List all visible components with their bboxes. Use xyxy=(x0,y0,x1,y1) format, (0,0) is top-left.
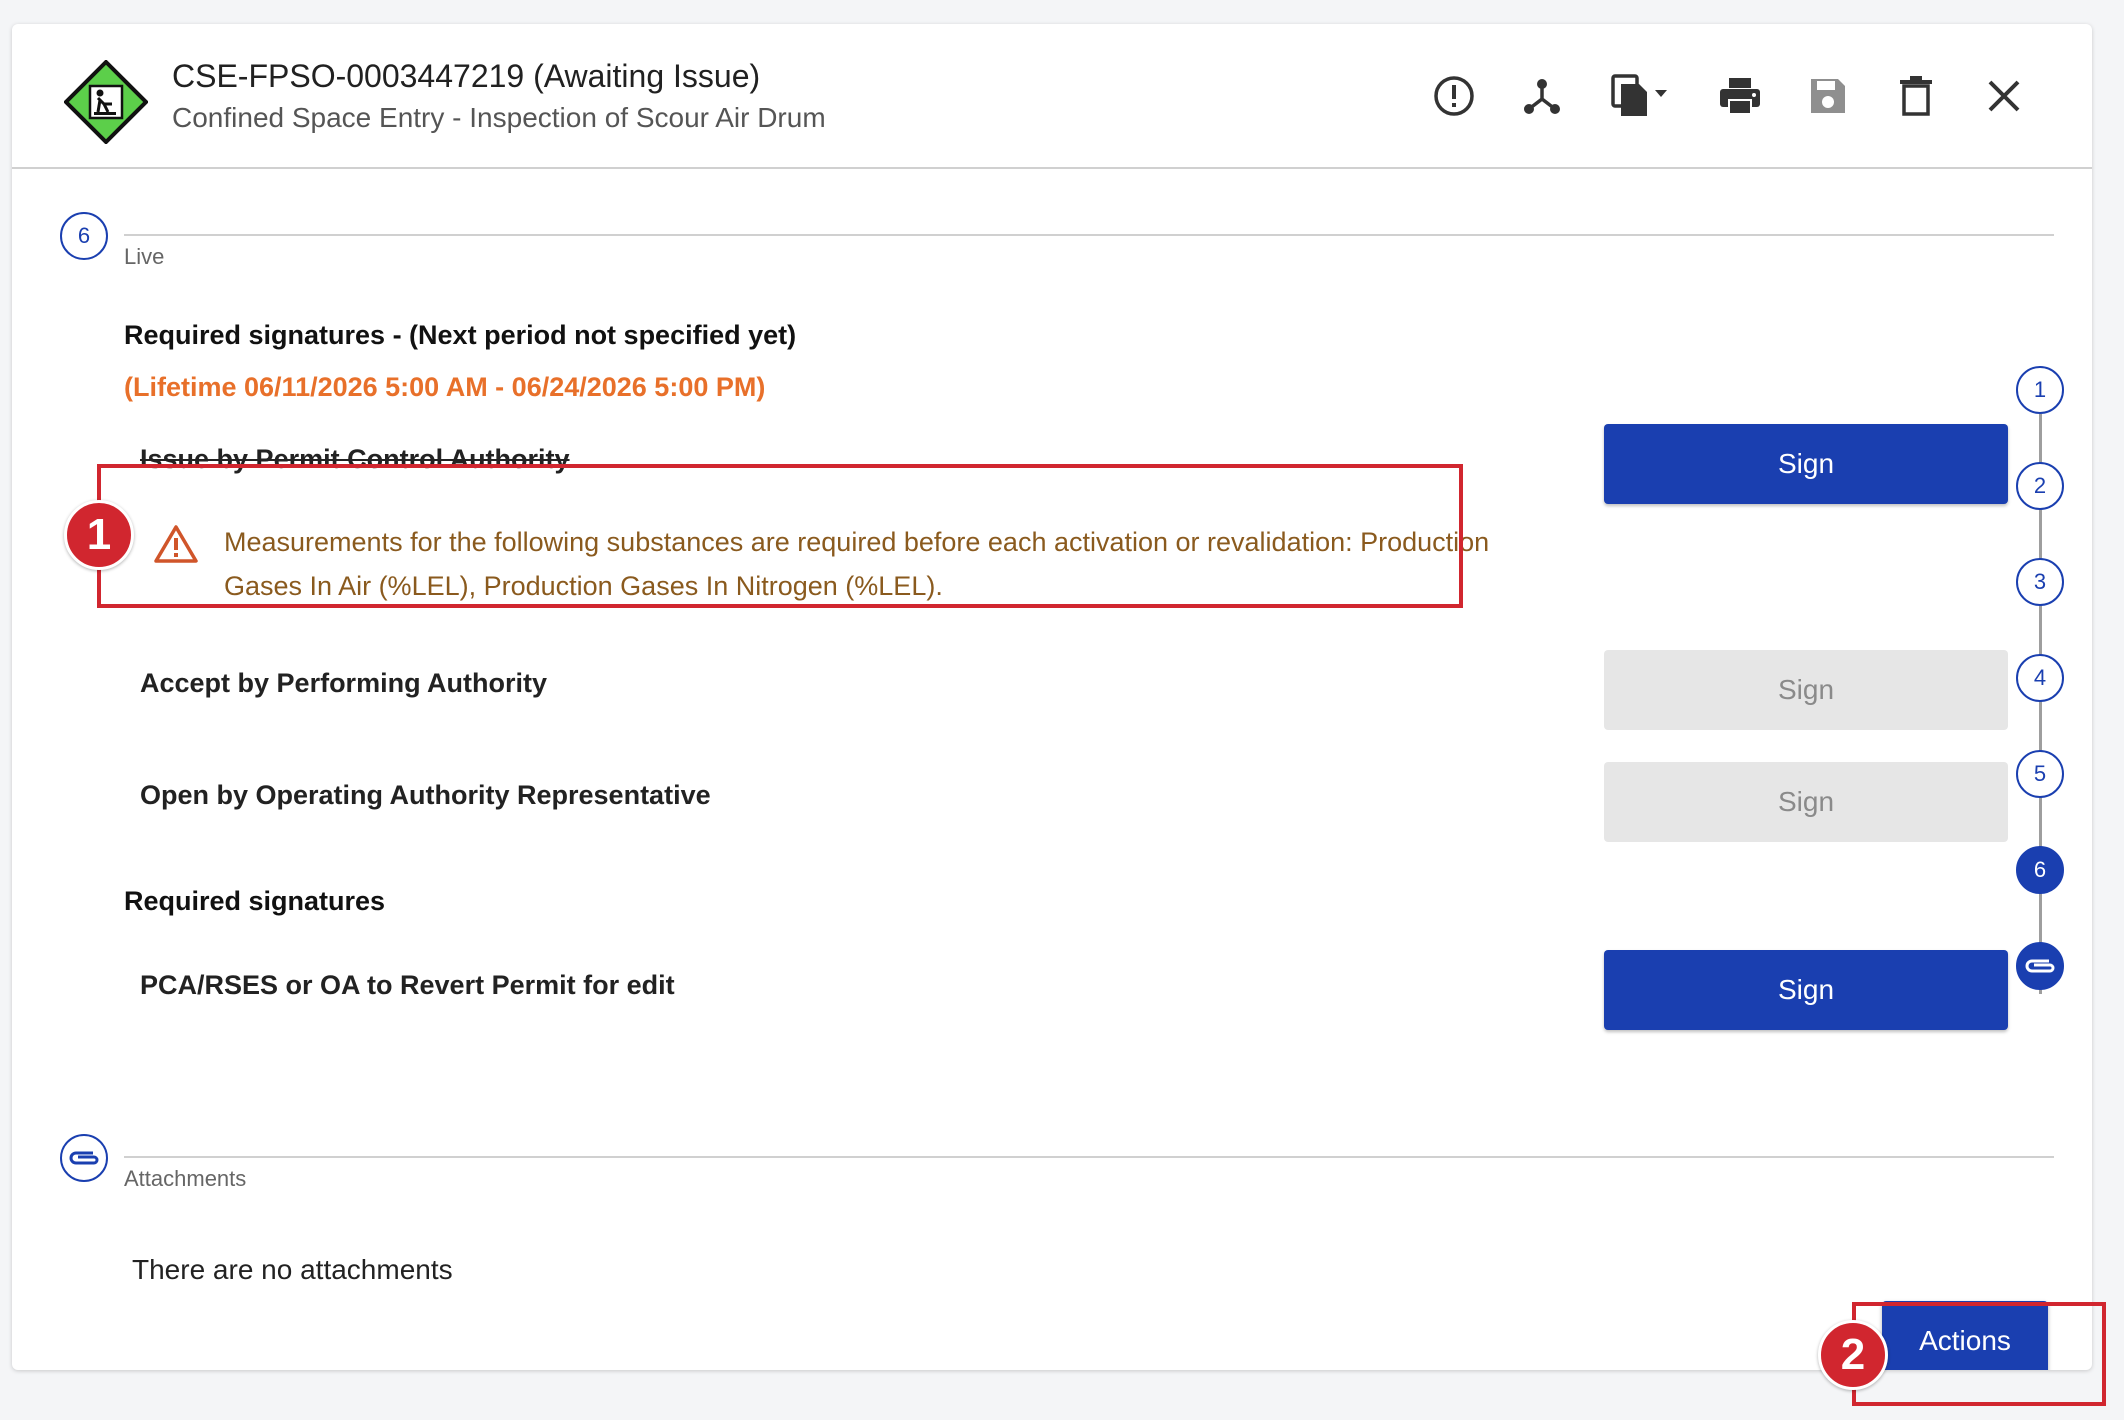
required-signatures-heading-2: Required signatures xyxy=(124,886,386,916)
annotation-marker-2: 2 xyxy=(1818,1320,1888,1390)
sign-revert-button[interactable]: Sign xyxy=(1604,950,2008,1030)
header-toolbar xyxy=(1432,72,2026,120)
step-5[interactable]: 5 xyxy=(2016,750,2064,798)
annotation-box-2 xyxy=(1852,1302,2106,1406)
lifetime-range: (Lifetime 06/11/2026 5:00 AM - 06/24/202… xyxy=(124,372,766,402)
signature-label-accept: Accept by Performing Authority xyxy=(140,668,548,698)
annotation-box-1 xyxy=(97,464,1463,608)
annotation-marker-1: 1 xyxy=(64,500,134,570)
signature-label-revert: PCA/RSES or OA to Revert Permit for edit xyxy=(140,970,675,1000)
step-6[interactable]: 6 xyxy=(2016,846,2064,894)
sign-issue-button[interactable]: Sign xyxy=(1604,424,2008,504)
step-attachments[interactable] xyxy=(2016,942,2064,990)
sign-accept-button[interactable]: Sign xyxy=(1604,650,2008,730)
copy-dropdown-icon[interactable] xyxy=(1608,72,1674,120)
live-section-badge: 6 xyxy=(60,212,108,260)
required-signatures-heading: Required signatures - (Next period not s… xyxy=(124,320,797,350)
alert-icon[interactable] xyxy=(1432,72,1476,120)
page-subtitle: Confined Space Entry - Inspection of Sco… xyxy=(172,102,826,133)
step-3[interactable]: 3 xyxy=(2016,558,2064,606)
print-icon[interactable] xyxy=(1718,72,1762,120)
page-title: CSE-FPSO-0003447219 (Awaiting Issue) xyxy=(172,58,761,94)
step-4[interactable]: 4 xyxy=(2016,654,2064,702)
signature-label-open: Open by Operating Authority Representati… xyxy=(140,780,711,810)
paperclip-icon xyxy=(69,1151,99,1165)
attachments-section-badge xyxy=(60,1134,108,1182)
step-1[interactable]: 1 xyxy=(2016,366,2064,414)
no-attachments-text: There are no attachments xyxy=(132,1254,453,1285)
attachments-divider xyxy=(124,1156,2054,1158)
dialog-header: CSE-FPSO-0003447219 (Awaiting Issue) Con… xyxy=(12,24,2092,169)
attachments-label: Attachments xyxy=(124,1166,247,1191)
permit-dialog: CSE-FPSO-0003447219 (Awaiting Issue) Con… xyxy=(12,24,2092,1370)
sign-open-button[interactable]: Sign xyxy=(1604,762,2008,842)
paperclip-icon xyxy=(2025,959,2055,973)
save-icon[interactable] xyxy=(1806,72,1850,120)
live-section-divider xyxy=(124,234,2054,236)
workflow-icon[interactable] xyxy=(1520,72,1564,120)
delete-icon[interactable] xyxy=(1894,72,1938,120)
close-icon[interactable] xyxy=(1982,72,2026,120)
confined-space-logo-icon xyxy=(63,59,154,150)
live-section-label: Live xyxy=(124,244,165,269)
step-2[interactable]: 2 xyxy=(2016,462,2064,510)
